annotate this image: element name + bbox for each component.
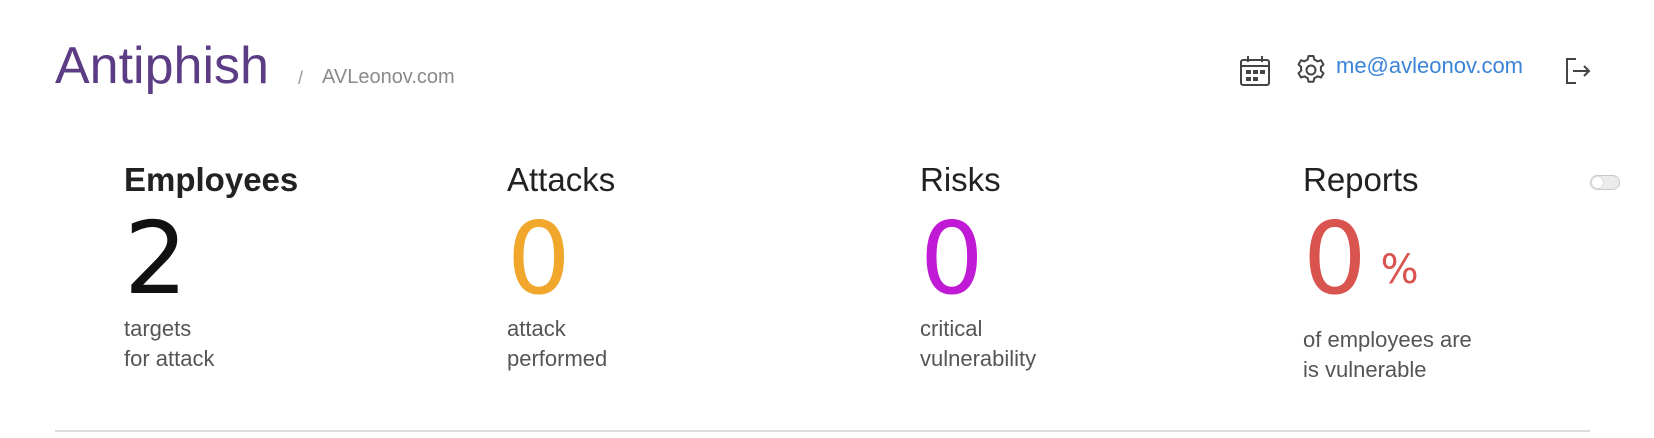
stat-title-risks: Risks [920, 161, 1001, 198]
stat-title-reports: Reports [1303, 161, 1419, 198]
percent-unit: % [1380, 247, 1419, 293]
header: Antiphish / AVLeonov.com me@avleonov.com [0, 0, 1654, 130]
calendar-icon [1240, 56, 1270, 86]
stat-value-risks: 0 [920, 204, 1036, 314]
stat-desc-reports: of employees are is vulnerable [1303, 325, 1472, 385]
stat-desc-risks: critical vulnerability [920, 314, 1036, 374]
toggle-knob [1592, 177, 1603, 188]
view-toggle[interactable] [1590, 175, 1620, 190]
stat-value-attacks: 0 [507, 204, 615, 314]
stat-attacks: Attacks 0 attack performed [507, 160, 615, 374]
stat-employees: Employees 2 targets for attack [124, 160, 298, 374]
stat-desc-line2: for attack [124, 346, 215, 371]
breadcrumb-separator: / [298, 68, 304, 88]
stat-reports: Reports 0% of employees are is vulnerabl… [1303, 160, 1472, 385]
user-email-link[interactable]: me@avleonov.com [1336, 53, 1523, 79]
app-title: Antiphish [55, 37, 269, 95]
risks-count: 0 [920, 200, 984, 317]
stat-desc-line1: targets [124, 316, 192, 341]
stat-title-attacks: Attacks [507, 161, 616, 198]
settings-button[interactable] [1294, 53, 1328, 87]
organization-name: AVLeonov.com [322, 66, 455, 88]
stat-desc-line1: of employees are [1303, 327, 1472, 352]
stat-desc-line2: vulnerability [920, 346, 1037, 371]
stat-desc-attacks: attack performed [507, 314, 615, 374]
logout-icon [1566, 58, 1591, 84]
stat-value-reports: 0% [1303, 204, 1472, 325]
stat-risks: Risks 0 critical vulnerability [920, 160, 1036, 374]
gear-icon [1297, 55, 1325, 83]
stat-value-employees: 2 [124, 204, 298, 314]
stat-desc-line1: attack [507, 316, 566, 341]
employees-count: 2 [124, 200, 188, 317]
stat-desc-line2: performed [507, 346, 608, 371]
logout-button[interactable] [1562, 54, 1594, 88]
stat-title-employees: Employees [124, 161, 299, 198]
divider [55, 430, 1590, 432]
reports-percent: 0 [1303, 200, 1367, 317]
calendar-button[interactable] [1238, 54, 1272, 88]
stat-desc-line1: critical [920, 316, 983, 341]
stat-desc-employees: targets for attack [124, 314, 298, 374]
stat-desc-line2: is vulnerable [1303, 357, 1427, 382]
attacks-count: 0 [507, 200, 571, 317]
